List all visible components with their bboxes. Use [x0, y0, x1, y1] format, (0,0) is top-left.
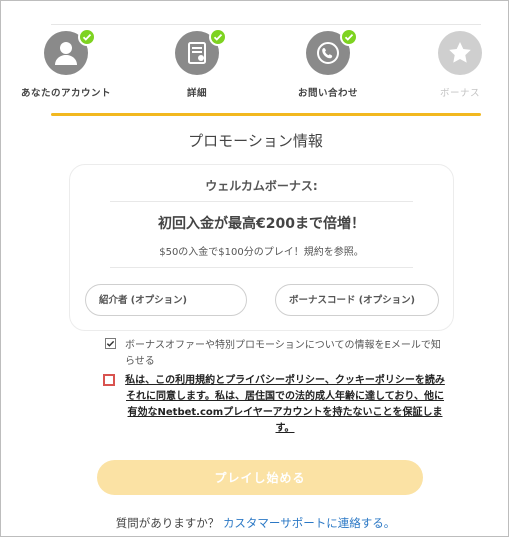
help-question: 質問がありますか？ [115, 516, 223, 530]
step-label: ボーナス [439, 88, 480, 99]
help-text: 質問がありますか？ カスタマーサポートに連絡する。 [1, 515, 509, 531]
star-icon [438, 31, 482, 75]
page-title: プロモーション情報 [188, 132, 323, 150]
progress-bar [51, 113, 481, 116]
email-optin-label: ボーナスオファーや特別プロモーションについての情報をEメールで知らせる [125, 340, 441, 367]
email-optin-row: ボーナスオファーや特別プロモーションについての情報をEメールで知らせる [105, 338, 445, 370]
step-bonus[interactable]: ボーナス [405, 31, 509, 99]
registration-panel: あなたのアカウント 詳細 お問い合わせ ボーナス プロモーション情報 ウェルカム… [0, 0, 509, 537]
checkmark-icon [106, 340, 115, 347]
bonus-subtext: $50の入金で$100分のプレイ！規約を参照。 [159, 247, 364, 258]
divider [110, 267, 413, 268]
referral-input[interactable] [85, 284, 247, 316]
bonus-headline: 初回入金が最高€200まで倍増！ [158, 216, 365, 232]
document-icon [175, 28, 227, 75]
user-icon [44, 28, 96, 75]
check-icon [209, 28, 227, 46]
start-playing-button[interactable]: プレイし始める [97, 460, 423, 495]
email-optin-checkbox[interactable] [105, 338, 116, 349]
step-account[interactable]: あなたのアカウント [11, 28, 121, 99]
step-indicator: あなたのアカウント 詳細 お問い合わせ ボーナス [1, 28, 509, 111]
step-label: あなたのアカウント [20, 88, 111, 99]
customer-support-link[interactable]: カスタマーサポートに連絡する。 [223, 516, 395, 530]
step-details[interactable]: 詳細 [142, 28, 252, 99]
check-icon [78, 28, 96, 46]
check-icon [340, 28, 358, 46]
step-label: 詳細 [186, 88, 207, 99]
welcome-bonus-card: ウェルカムボーナス: 初回入金が最高€200まで倍増！ $50の入金で$100分… [69, 164, 454, 331]
bonus-title: ウェルカムボーナス: [205, 179, 318, 193]
divider [110, 201, 413, 202]
terms-label[interactable]: 私は、この利用規約とプライバシーポリシー、クッキーポリシーを読みそれに同意します… [125, 373, 445, 437]
phone-icon [306, 28, 358, 75]
top-divider [51, 24, 481, 25]
bonus-code-input[interactable] [275, 284, 439, 316]
terms-row: 私は、この利用規約とプライバシーポリシー、クッキーポリシーを読みそれに同意します… [103, 373, 445, 437]
step-contact[interactable]: お問い合わせ [273, 28, 383, 99]
terms-checkbox[interactable] [103, 374, 115, 386]
step-label: お問い合わせ [297, 88, 358, 99]
